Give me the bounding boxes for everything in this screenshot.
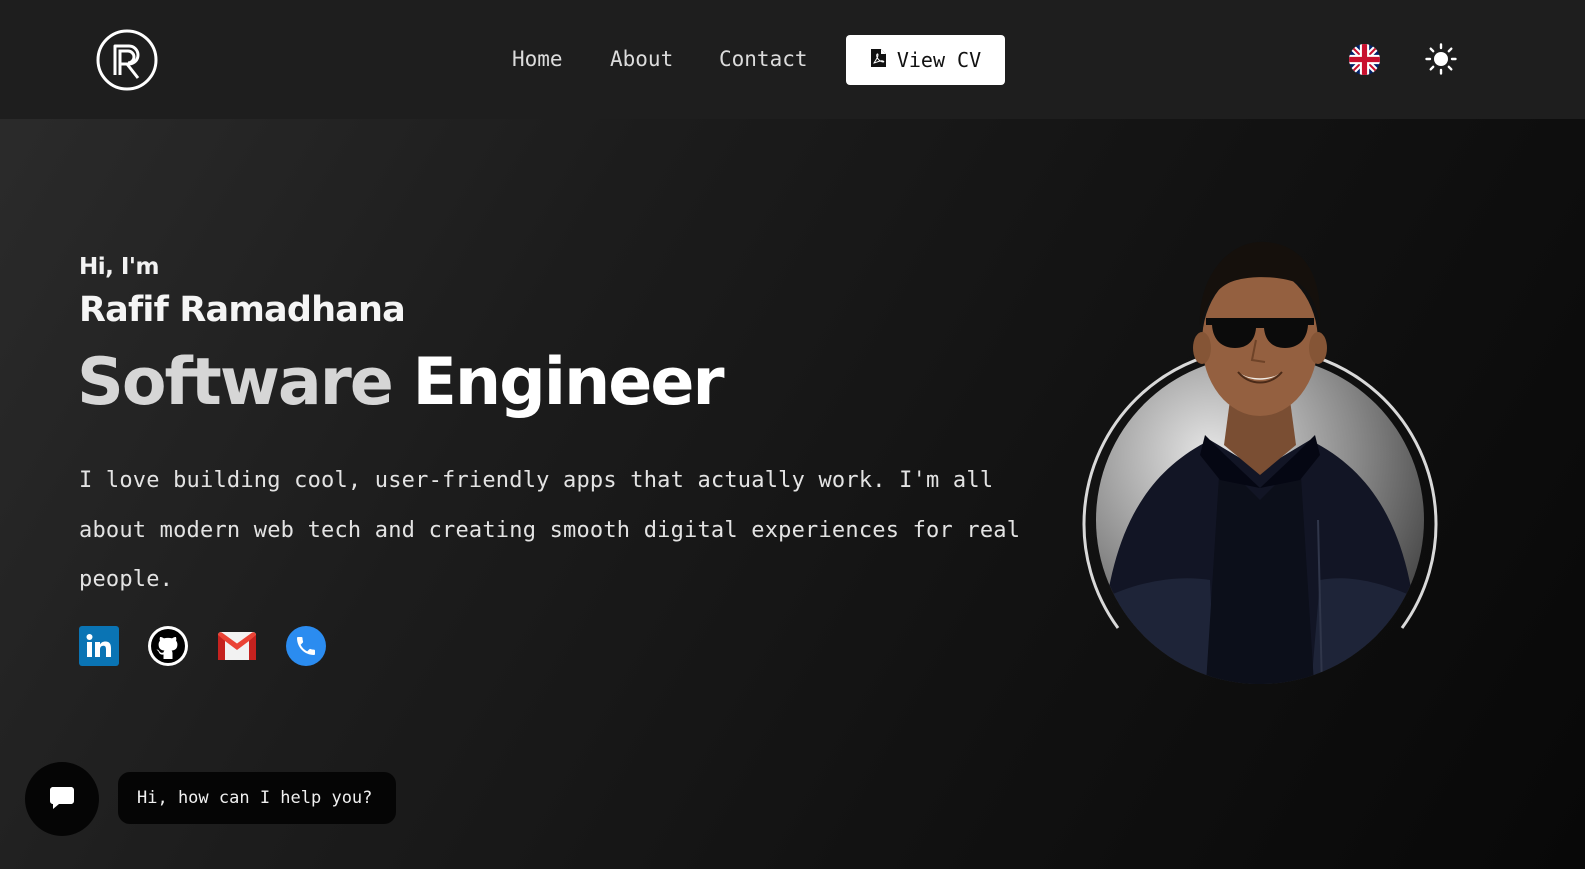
gmail-icon[interactable] <box>217 626 257 666</box>
hero-greeting: Hi, I'm <box>79 254 159 280</box>
chat-icon <box>48 783 76 815</box>
linkedin-icon[interactable] <box>79 626 119 666</box>
main-nav: Home About Contact View CV <box>0 35 1585 85</box>
uk-flag-icon[interactable] <box>1349 44 1380 75</box>
role-word-software: Software <box>77 345 394 420</box>
nav-home[interactable]: Home <box>512 47 563 71</box>
role-word-engineer: Engineer <box>412 345 725 420</box>
chat-greeting-text: Hi, how can I help you? <box>137 788 373 808</box>
view-cv-label: View CV <box>896 48 982 72</box>
nav-about[interactable]: About <box>610 47 673 71</box>
sun-icon[interactable] <box>1425 43 1457 75</box>
phone-icon[interactable] <box>286 626 326 666</box>
hero-role: Software Engineer <box>77 343 725 423</box>
hero-description: I love building cool, user-friendly apps… <box>79 468 1021 592</box>
chat-greeting-bubble[interactable]: Hi, how can I help you? <box>118 772 396 824</box>
hero-name: Rafif Ramadhana <box>79 290 406 330</box>
view-cv-button[interactable]: View CV <box>846 35 1005 85</box>
profile-photo <box>1060 230 1460 700</box>
chat-button[interactable] <box>25 762 99 836</box>
site-header: Home About Contact View CV <box>0 0 1585 119</box>
social-links <box>79 626 339 666</box>
github-icon[interactable] <box>148 626 188 666</box>
pdf-file-icon <box>870 48 887 73</box>
nav-contact[interactable]: Contact <box>719 47 808 71</box>
